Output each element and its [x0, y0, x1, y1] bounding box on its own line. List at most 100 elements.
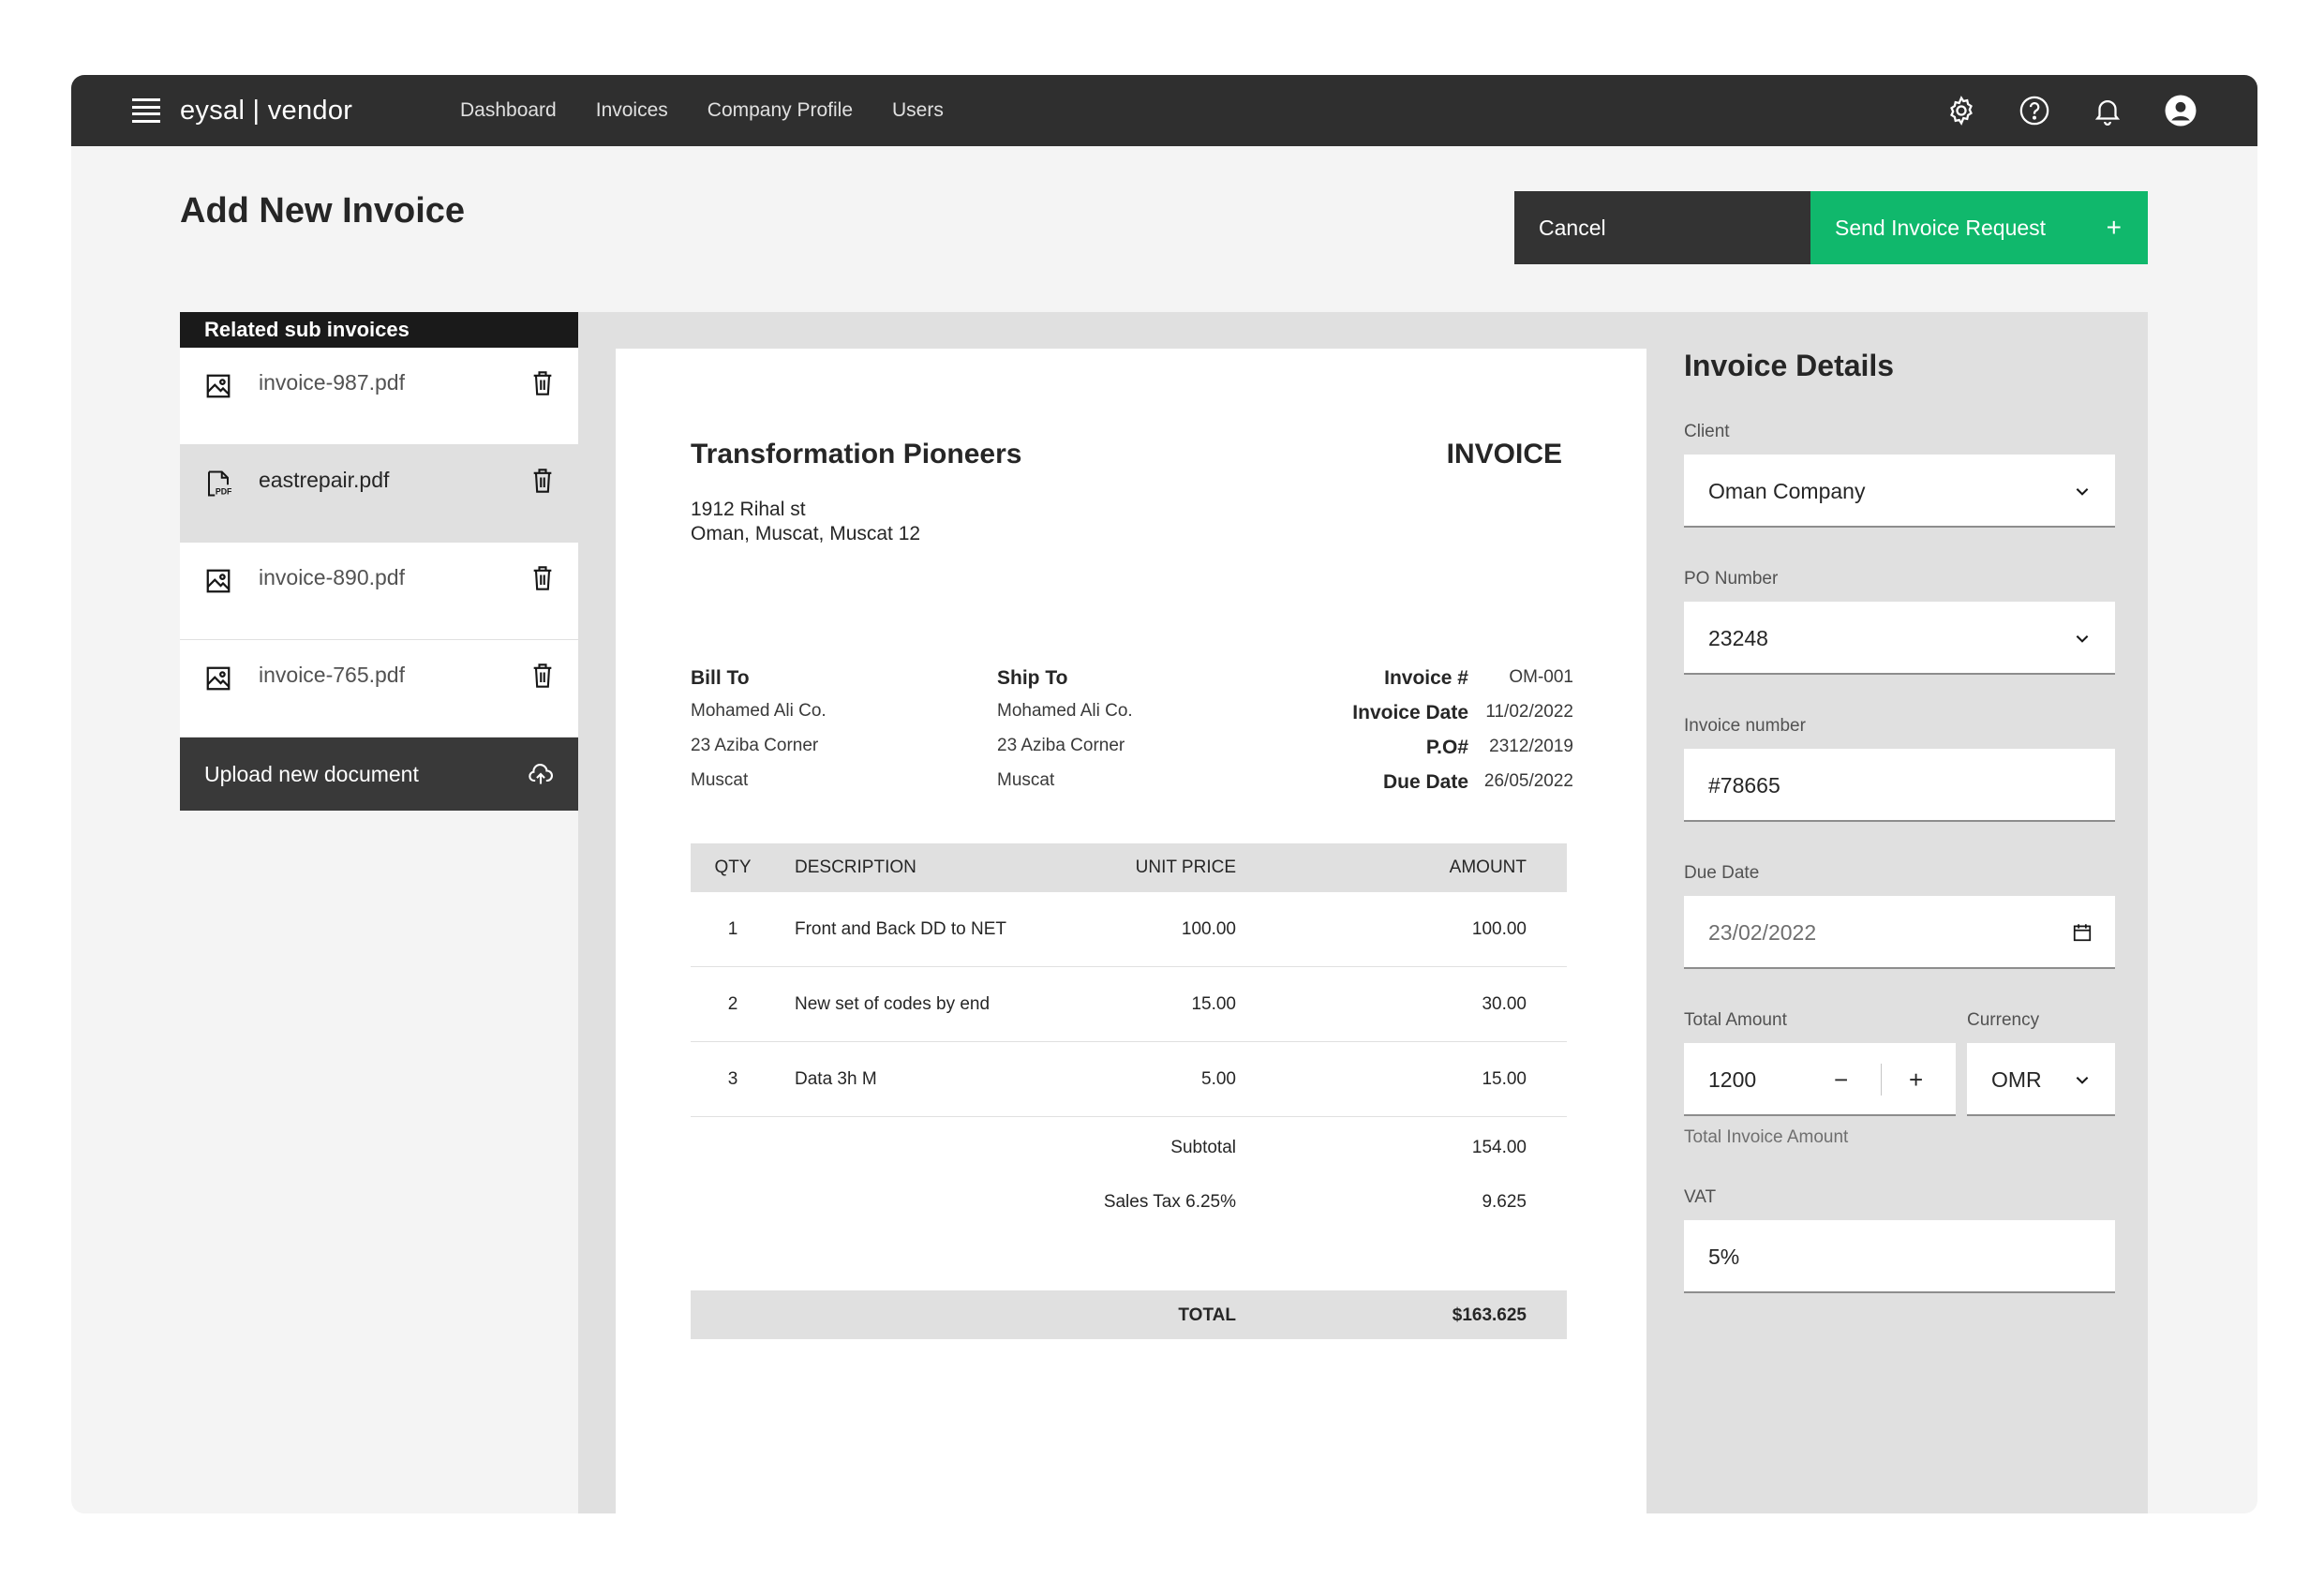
meta-value: OM-001 — [1509, 667, 1573, 687]
app-window: eysal | vendor Dashboard Invoices Compan… — [71, 75, 2257, 1513]
page-title: Add New Invoice — [180, 191, 466, 231]
user-avatar-icon[interactable] — [2164, 94, 2197, 127]
total-amount-value: 1200 — [1708, 1067, 1757, 1092]
vat-input[interactable]: 5% — [1684, 1220, 2115, 1293]
table-row: 1 Front and Back DD to NET 100.00 100.00 — [691, 892, 1567, 967]
due-date-label: Due Date — [1684, 863, 1760, 883]
table-row: 3 Data 3h M 5.00 15.00 — [691, 1042, 1567, 1117]
delete-icon[interactable] — [531, 370, 554, 396]
calendar-icon[interactable] — [2072, 922, 2093, 943]
currency-value: OMR — [1991, 1067, 2042, 1092]
pdf-icon: PDF — [208, 470, 232, 497]
ship-to-line: Muscat — [997, 770, 1055, 790]
column-header: DESCRIPTION — [795, 857, 916, 877]
meta-value: 26/05/2022 — [1483, 771, 1573, 791]
sales-tax-row: Sales Tax 6.25% 9.625 — [691, 1185, 1567, 1222]
subtotal-value: 154.00 — [1471, 1138, 1527, 1157]
nav-invoices[interactable]: Invoices — [596, 75, 668, 146]
delete-icon[interactable] — [531, 565, 554, 591]
po-number-select[interactable]: 23248 — [1684, 602, 2115, 675]
invoice-preview: Transformation Pioneers INVOICE 1912 Rih… — [616, 349, 1646, 1513]
column-header: UNIT PRICE — [1135, 857, 1236, 877]
file-name: invoice-765.pdf — [259, 663, 405, 687]
file-row[interactable]: PDF eastrepair.pdf — [180, 445, 578, 543]
ship-to-heading: Ship To — [997, 667, 1068, 689]
column-header: QTY — [714, 857, 752, 877]
plus-icon: + — [2106, 213, 2122, 242]
chevron-down-icon — [2076, 635, 2089, 643]
total-amount-stepper[interactable]: 1200 − + — [1684, 1043, 1956, 1116]
file-name: eastrepair.pdf — [259, 468, 390, 492]
nav-dashboard[interactable]: Dashboard — [460, 75, 557, 146]
settings-icon[interactable] — [1944, 94, 1978, 127]
image-icon — [206, 569, 231, 593]
menu-icon[interactable] — [132, 98, 160, 123]
client-value: Oman Company — [1708, 479, 1866, 503]
meta-value: 11/02/2022 — [1485, 702, 1573, 722]
column-header: AMOUNT — [1449, 857, 1527, 877]
po-number-label: PO Number — [1684, 569, 1779, 589]
sales-tax-label: Sales Tax 6.25% — [1103, 1192, 1236, 1212]
increment-button[interactable]: + — [1909, 1043, 1923, 1116]
upload-cloud-icon — [529, 764, 553, 784]
unit-price-cell: 100.00 — [1181, 919, 1236, 939]
decrement-button[interactable]: − — [1834, 1043, 1848, 1116]
description-cell: Data 3h M — [795, 1069, 877, 1089]
nav-users[interactable]: Users — [892, 75, 944, 146]
chevron-down-icon — [2076, 1077, 2089, 1084]
help-icon[interactable] — [2018, 94, 2051, 127]
cancel-label: Cancel — [1539, 216, 1606, 240]
address-line-1: 1912 Rihal st — [691, 499, 806, 520]
qty-cell: 1 — [727, 919, 738, 939]
image-icon — [206, 374, 231, 398]
file-row[interactable]: invoice-890.pdf — [180, 543, 578, 640]
file-name: invoice-987.pdf — [259, 370, 405, 395]
total-amount-helper: Total Invoice Amount — [1684, 1127, 1849, 1147]
chevron-down-icon — [2076, 488, 2089, 496]
due-date-input[interactable]: 23/02/2022 — [1684, 896, 2115, 969]
meta-label: Due Date — [1382, 771, 1468, 793]
currency-label: Currency — [1967, 1010, 2040, 1030]
send-label: Send Invoice Request — [1835, 216, 2047, 240]
invoice-meta-values: OM-001 11/02/2022 2312/2019 26/05/2022 — [1478, 667, 1573, 806]
meta-value: 2312/2019 — [1489, 737, 1573, 756]
total-amount-label: Total Amount — [1684, 1010, 1787, 1030]
file-row[interactable]: invoice-987.pdf — [180, 348, 578, 445]
address-line-2: Oman, Muscat, Muscat 12 — [691, 523, 921, 544]
client-select[interactable]: Oman Company — [1684, 455, 2115, 528]
brand-logo: eysal | vendor — [180, 96, 353, 126]
due-date-value: 23/02/2022 — [1708, 920, 1817, 945]
invoice-number-value: #78665 — [1708, 773, 1780, 798]
delete-icon[interactable] — [531, 468, 554, 494]
amount-cell: 30.00 — [1482, 994, 1527, 1014]
upload-label: Upload new document — [204, 762, 419, 786]
qty-cell: 2 — [727, 994, 738, 1014]
stepper-divider — [1881, 1064, 1882, 1096]
amount-cell: 100.00 — [1471, 919, 1527, 939]
unit-price-cell: 15.00 — [1191, 994, 1236, 1014]
table-header: QTY DESCRIPTION UNIT PRICE AMOUNT — [691, 843, 1567, 892]
upload-document-button[interactable]: Upload new document — [180, 738, 578, 811]
table-row: 2 New set of codes by end 15.00 30.00 — [691, 967, 1567, 1042]
cancel-button[interactable]: Cancel — [1514, 191, 1810, 264]
qty-cell: 3 — [727, 1069, 738, 1089]
file-row[interactable]: invoice-765.pdf — [180, 640, 578, 738]
ship-to-block: Ship To Mohamed Ali Co. 23 Aziba Corner … — [997, 667, 1133, 805]
company-name: Transformation Pioneers — [691, 439, 1022, 470]
po-number-value: 23248 — [1708, 626, 1768, 650]
nav-icons — [1944, 75, 2197, 146]
bill-to-line: Muscat — [691, 770, 749, 790]
invoice-workspace: Transformation Pioneers INVOICE 1912 Rih… — [578, 312, 2148, 1513]
ship-to-line: 23 Aziba Corner — [997, 736, 1125, 755]
vat-value: 5% — [1708, 1245, 1740, 1269]
bill-to-line: 23 Aziba Corner — [691, 736, 819, 755]
nav-company-profile[interactable]: Company Profile — [708, 75, 853, 146]
invoice-number-input[interactable]: #78665 — [1684, 749, 2115, 822]
sub-invoices-header: Related sub invoices — [180, 312, 578, 348]
currency-select[interactable]: OMR — [1967, 1043, 2115, 1116]
send-invoice-request-button[interactable]: Send Invoice Request + — [1810, 191, 2148, 264]
notification-icon[interactable] — [2091, 94, 2124, 127]
meta-label: Invoice # — [1384, 667, 1468, 689]
vat-label: VAT — [1684, 1187, 1717, 1207]
delete-icon[interactable] — [531, 663, 554, 689]
